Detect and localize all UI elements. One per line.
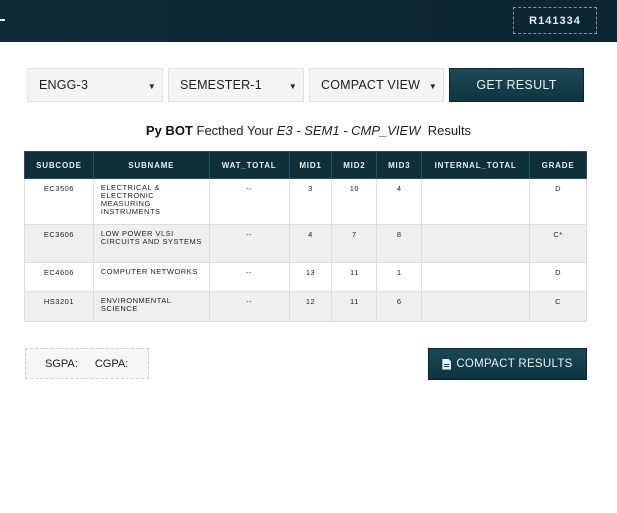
mid2-cell: 7 — [331, 224, 378, 263]
mid2-cell: 10 — [331, 178, 378, 225]
table-row: EC3506 ELECTRICAL & ELECTRONIC MEASURING… — [24, 178, 587, 225]
column-header-subname: SUBNAME — [92, 151, 210, 179]
subname-cell: COMPUTER NETWORKS — [92, 262, 210, 292]
column-header-wat-total: WAT_TOTAL — [208, 151, 290, 179]
results-table: SUBCODE SUBNAME WAT_TOTAL MID1 MID2 MID3… — [24, 151, 587, 322]
mid1-cell: 12 — [288, 291, 333, 322]
subname-cell: LOW POWER VLSI CIRCUITS AND SYSTEMS — [92, 224, 210, 263]
semester-select-value: SEMESTER-1 — [180, 78, 262, 92]
chevron-down-icon: ▼ — [147, 82, 156, 91]
internal-total-cell — [421, 178, 531, 225]
grade-cell: C — [529, 291, 587, 322]
internal-total-cell — [421, 262, 531, 292]
mid2-cell: 11 — [331, 291, 378, 322]
column-header-mid3: MID3 — [376, 151, 423, 179]
table-row: EC3606 LOW POWER VLSI CIRCUITS AND SYSTE… — [24, 224, 587, 263]
table-row: EC4606 COMPUTER NETWORKS -- 13 11 1 D — [24, 262, 587, 292]
grade-cell: D — [529, 262, 587, 292]
wat-total-cell: -- — [208, 262, 290, 292]
subcode-cell: EC3506 — [24, 178, 94, 225]
get-result-button[interactable]: GET RESULT — [449, 68, 584, 102]
grade-cell: C* — [529, 224, 587, 263]
column-header-internal-total: INTERNAL_TOTAL — [421, 151, 531, 179]
menu-icon[interactable] — [0, 19, 5, 21]
wat-total-cell: -- — [208, 178, 290, 225]
filter-controls: ENGG-3 ▼ SEMESTER-1 ▼ COMPACT VIEW ▼ GET… — [27, 68, 587, 102]
roll-number-badge[interactable]: R141334 — [513, 7, 597, 34]
chevron-down-icon: ▼ — [288, 82, 297, 91]
subcode-cell: EC4606 — [24, 262, 94, 292]
semester-select[interactable]: SEMESTER-1 ▼ — [168, 68, 304, 102]
mid1-cell: 13 — [288, 262, 333, 292]
internal-total-cell — [421, 291, 531, 322]
results-caption: Py BOT Fecthed Your E3 - SEM1 - CMP_VIEW… — [0, 123, 617, 138]
view-select-value: COMPACT VIEW — [321, 78, 421, 92]
table-header-row: SUBCODE SUBNAME WAT_TOTAL MID1 MID2 MID3… — [24, 151, 587, 179]
sgpa-label: SGPA: — [45, 357, 78, 370]
wat-total-cell: -- — [208, 224, 290, 263]
subname-cell: ELECTRICAL & ELECTRONIC MEASURING INSTRU… — [92, 178, 210, 225]
mid3-cell: 6 — [376, 291, 423, 322]
mid1-cell: 4 — [288, 224, 333, 263]
caption-code: E3 - SEM1 - CMP_VIEW — [276, 123, 421, 138]
mid1-cell: 3 — [288, 178, 333, 225]
caption-results-text: Results — [420, 123, 472, 138]
subcode-cell: EC3606 — [24, 224, 94, 263]
subname-cell: ENVIRONMENTAL SCIENCE — [92, 291, 210, 322]
internal-total-cell — [421, 224, 531, 263]
branch-select[interactable]: ENGG-3 ▼ — [27, 68, 163, 102]
column-header-subcode: SUBCODE — [24, 151, 94, 179]
wat-total-cell: -- — [208, 291, 290, 322]
compact-results-button[interactable]: COMPACT RESULTS — [428, 348, 587, 380]
column-header-mid1: MID1 — [288, 151, 333, 179]
mid2-cell: 11 — [331, 262, 378, 292]
gpa-summary: SGPA: CGPA: — [25, 348, 149, 379]
document-icon — [442, 358, 452, 370]
mid3-cell: 8 — [376, 224, 423, 263]
grade-cell: D — [529, 178, 587, 225]
mid3-cell: 4 — [376, 178, 423, 225]
top-navbar: R141334 — [0, 0, 617, 42]
chevron-down-icon: ▼ — [428, 82, 437, 91]
subcode-cell: HS3201 — [24, 291, 94, 322]
column-header-grade: GRADE — [529, 151, 587, 179]
branch-select-value: ENGG-3 — [39, 78, 89, 92]
column-header-mid2: MID2 — [331, 151, 378, 179]
view-select[interactable]: COMPACT VIEW ▼ — [309, 68, 444, 102]
table-row: HS3201 ENVIRONMENTAL SCIENCE -- 12 11 6 … — [24, 291, 587, 322]
mid3-cell: 1 — [376, 262, 423, 292]
compact-results-label: COMPACT RESULTS — [456, 358, 573, 370]
cgpa-label: CGPA: — [94, 357, 129, 370]
bot-name: Py BOT — [145, 123, 193, 138]
caption-fetched-text: Fecthed Your — [192, 123, 277, 138]
